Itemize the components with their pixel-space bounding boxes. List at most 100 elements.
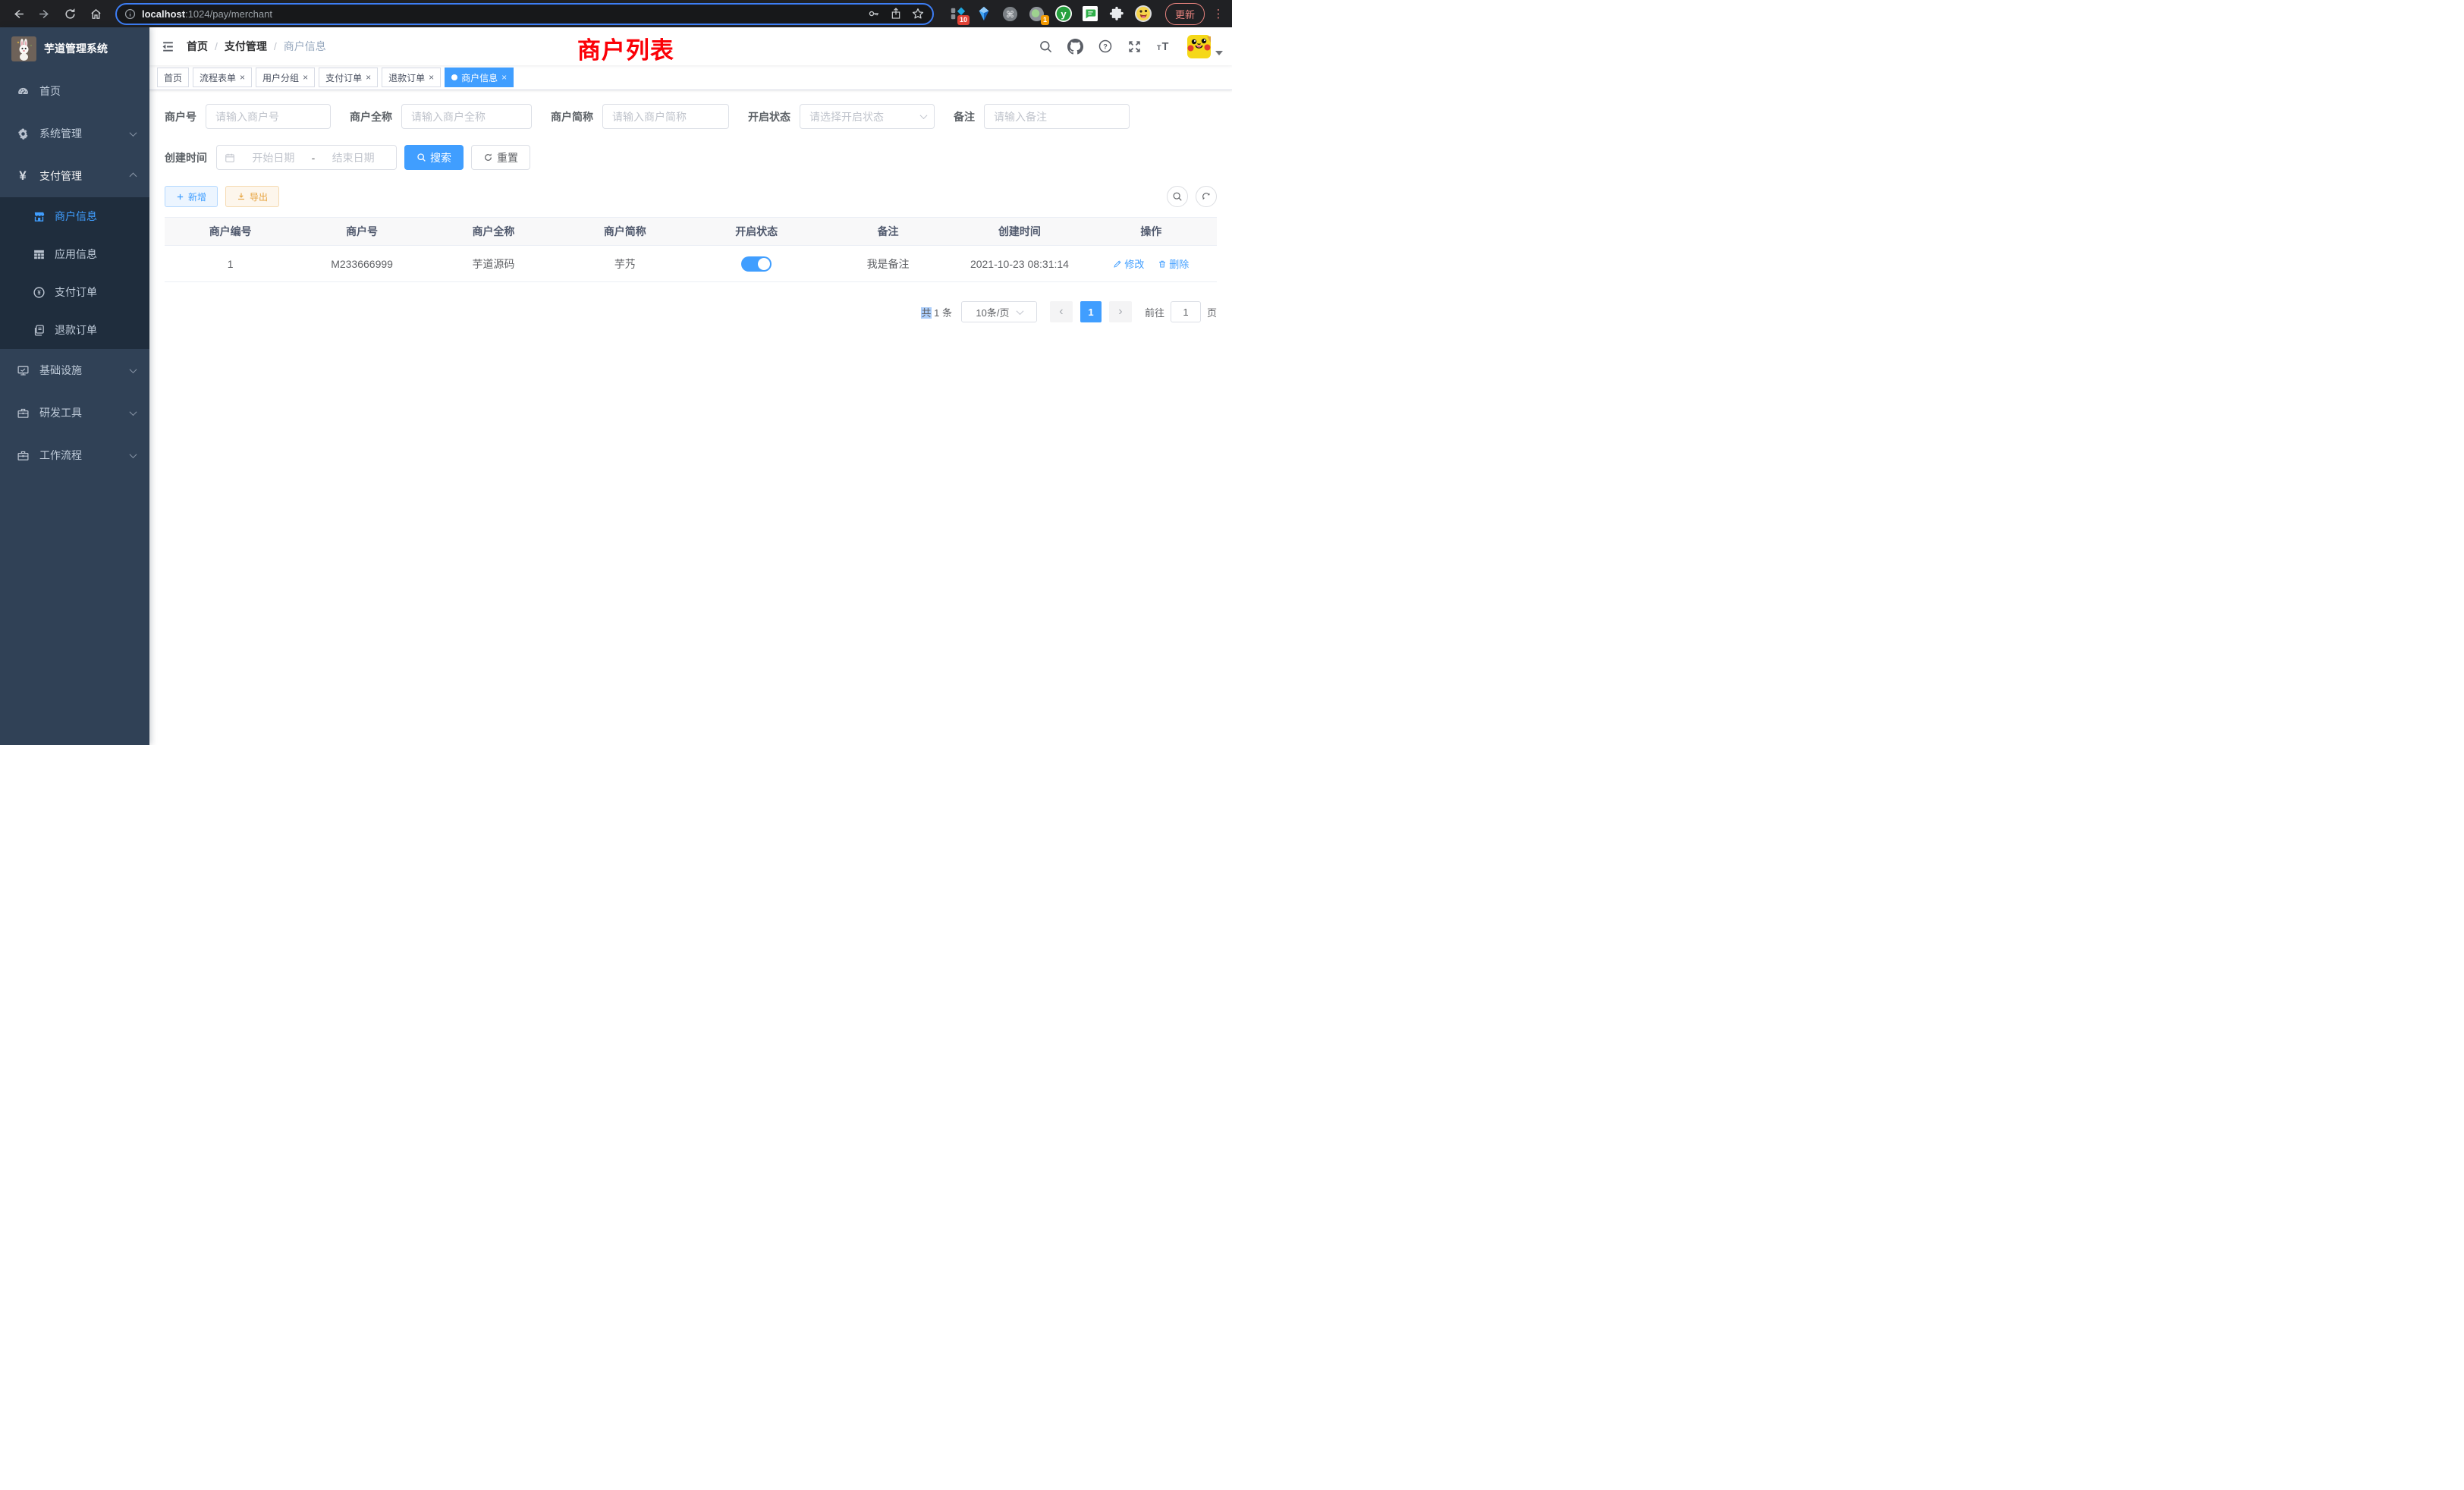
- prev-page-button[interactable]: ‹: [1050, 301, 1073, 322]
- tab-refund-orders[interactable]: 退款订单×: [382, 68, 441, 87]
- merchant-no-label: 商户号: [165, 109, 196, 124]
- sidebar-item-label: 商户信息: [55, 209, 97, 224]
- tab-close-icon[interactable]: ×: [240, 73, 245, 82]
- trash-icon: [1158, 259, 1167, 269]
- tab-close-icon[interactable]: ×: [366, 73, 371, 82]
- create-time-range-picker[interactable]: 开始日期 - 结束日期: [216, 145, 397, 170]
- extension-kite-icon[interactable]: [976, 5, 992, 22]
- chevron-down-icon: [130, 129, 137, 137]
- sidebar-item-system[interactable]: 系统管理: [0, 112, 149, 155]
- font-size-icon[interactable]: TT: [1156, 39, 1173, 53]
- sidebar-item-workflow[interactable]: 工作流程: [0, 434, 149, 476]
- browser-update-button[interactable]: 更新: [1165, 3, 1205, 25]
- help-icon[interactable]: ?: [1098, 39, 1113, 54]
- bookmark-star-icon[interactable]: [911, 7, 925, 20]
- refresh-table-button[interactable]: [1196, 186, 1217, 207]
- browser-menu-icon[interactable]: ⋮: [1212, 7, 1224, 20]
- extension-adblock-icon[interactable]: 10: [949, 5, 966, 22]
- sidebar-item-app-info[interactable]: 应用信息: [0, 235, 149, 273]
- tab-process-form[interactable]: 流程表单×: [193, 68, 252, 87]
- extension-recorder-icon[interactable]: 1: [1029, 5, 1045, 22]
- sidebar-item-pay-orders[interactable]: ¥ 支付订单: [0, 273, 149, 311]
- address-bar[interactable]: localhost:1024/pay/merchant: [115, 3, 934, 25]
- tab-home[interactable]: 首页: [157, 68, 189, 87]
- breadcrumb-payment[interactable]: 支付管理: [225, 39, 267, 54]
- sidebar-item-label: 支付管理: [39, 168, 82, 184]
- tab-close-icon[interactable]: ×: [429, 73, 434, 82]
- col-create-time: 创建时间: [954, 218, 1085, 246]
- table-toolbar: 新增 导出: [165, 186, 1217, 207]
- sidebar-item-merchant-info[interactable]: 商户信息: [0, 197, 149, 235]
- status-toggle[interactable]: [741, 256, 772, 272]
- add-button[interactable]: 新增: [165, 186, 218, 207]
- user-avatar-menu[interactable]: [1187, 35, 1223, 58]
- sidebar-toggle-button[interactable]: [149, 27, 187, 65]
- tab-merchant-info[interactable]: 商户信息×: [445, 68, 514, 87]
- tab-pay-orders[interactable]: 支付订单×: [319, 68, 378, 87]
- sidebar-item-label: 研发工具: [39, 405, 82, 420]
- download-icon: [237, 192, 246, 201]
- sidebar-item-payment[interactable]: ¥ 支付管理: [0, 155, 149, 197]
- cell-merchant-no: M233666999: [296, 246, 427, 282]
- search-button[interactable]: 搜索: [404, 145, 464, 170]
- reload-icon: [64, 8, 77, 20]
- delete-link[interactable]: 删除: [1158, 256, 1189, 271]
- shop-icon: [29, 210, 49, 223]
- status-select[interactable]: [800, 104, 935, 129]
- sidebar-item-infrastructure[interactable]: 基础设施: [0, 349, 149, 391]
- page-size-select[interactable]: 10条/页: [961, 301, 1037, 322]
- extension-y-icon[interactable]: y: [1055, 5, 1072, 22]
- browser-profile-avatar[interactable]: [1135, 5, 1152, 22]
- fullscreen-icon[interactable]: [1127, 39, 1142, 54]
- browser-reload-button[interactable]: [59, 3, 80, 24]
- extension-chat-icon[interactable]: [1082, 5, 1098, 22]
- edit-link[interactable]: 修改: [1113, 256, 1144, 271]
- merchant-no-input[interactable]: [206, 104, 331, 129]
- browser-back-button[interactable]: [8, 3, 29, 24]
- forward-arrow-icon: [38, 8, 51, 20]
- merchant-short-input[interactable]: [602, 104, 729, 129]
- extensions-puzzle-icon[interactable]: [1108, 5, 1125, 22]
- sidebar-item-home[interactable]: 首页: [0, 70, 149, 112]
- header-search-icon[interactable]: [1039, 39, 1053, 54]
- extension-command-icon[interactable]: ⌘: [1002, 5, 1019, 22]
- password-key-icon[interactable]: [867, 7, 881, 20]
- page-number-1[interactable]: 1: [1080, 301, 1102, 322]
- sidebar-item-label: 支付订单: [55, 284, 97, 300]
- tab-user-group[interactable]: 用户分组×: [256, 68, 315, 87]
- hamburger-icon: [161, 39, 175, 54]
- col-actions: 操作: [1086, 218, 1217, 246]
- sidebar-item-dev-tools[interactable]: 研发工具: [0, 391, 149, 434]
- url-text: localhost:1024/pay/merchant: [142, 8, 272, 20]
- yen-circle-icon: ¥: [29, 286, 49, 299]
- export-button[interactable]: 导出: [225, 186, 279, 207]
- next-page-button[interactable]: ›: [1109, 301, 1132, 322]
- browser-forward-button[interactable]: [33, 3, 55, 24]
- sidebar-item-refund-orders[interactable]: 退款订单: [0, 311, 149, 349]
- sidebar-item-label: 系统管理: [39, 126, 82, 141]
- tab-close-icon[interactable]: ×: [501, 73, 507, 82]
- sidebar-item-label: 退款订单: [55, 322, 97, 338]
- browser-home-button[interactable]: [85, 3, 106, 24]
- col-remark: 备注: [822, 218, 954, 246]
- github-icon[interactable]: [1067, 39, 1083, 55]
- site-info-icon[interactable]: [124, 8, 136, 20]
- col-merchant-name: 商户全称: [428, 218, 559, 246]
- col-merchant-short: 商户简称: [559, 218, 690, 246]
- toggle-search-button[interactable]: [1167, 186, 1188, 207]
- chevron-down-icon: [1016, 307, 1023, 315]
- merchant-name-input[interactable]: [401, 104, 532, 129]
- reset-button[interactable]: 重置: [471, 145, 530, 170]
- tab-close-icon[interactable]: ×: [303, 73, 308, 82]
- col-status: 开启状态: [691, 218, 822, 246]
- goto-page-input[interactable]: [1171, 301, 1201, 322]
- browser-toolbar: localhost:1024/pay/merchant 10 ⌘ 1: [0, 0, 1232, 27]
- avatar: [1187, 35, 1211, 58]
- share-icon[interactable]: [890, 7, 902, 20]
- home-icon: [90, 8, 102, 20]
- app-logo-row[interactable]: 芋道管理系统: [0, 27, 149, 70]
- remark-input[interactable]: [984, 104, 1130, 129]
- breadcrumb-home[interactable]: 首页: [187, 39, 208, 54]
- refresh-icon: [483, 152, 493, 162]
- briefcase-icon: [13, 449, 33, 462]
